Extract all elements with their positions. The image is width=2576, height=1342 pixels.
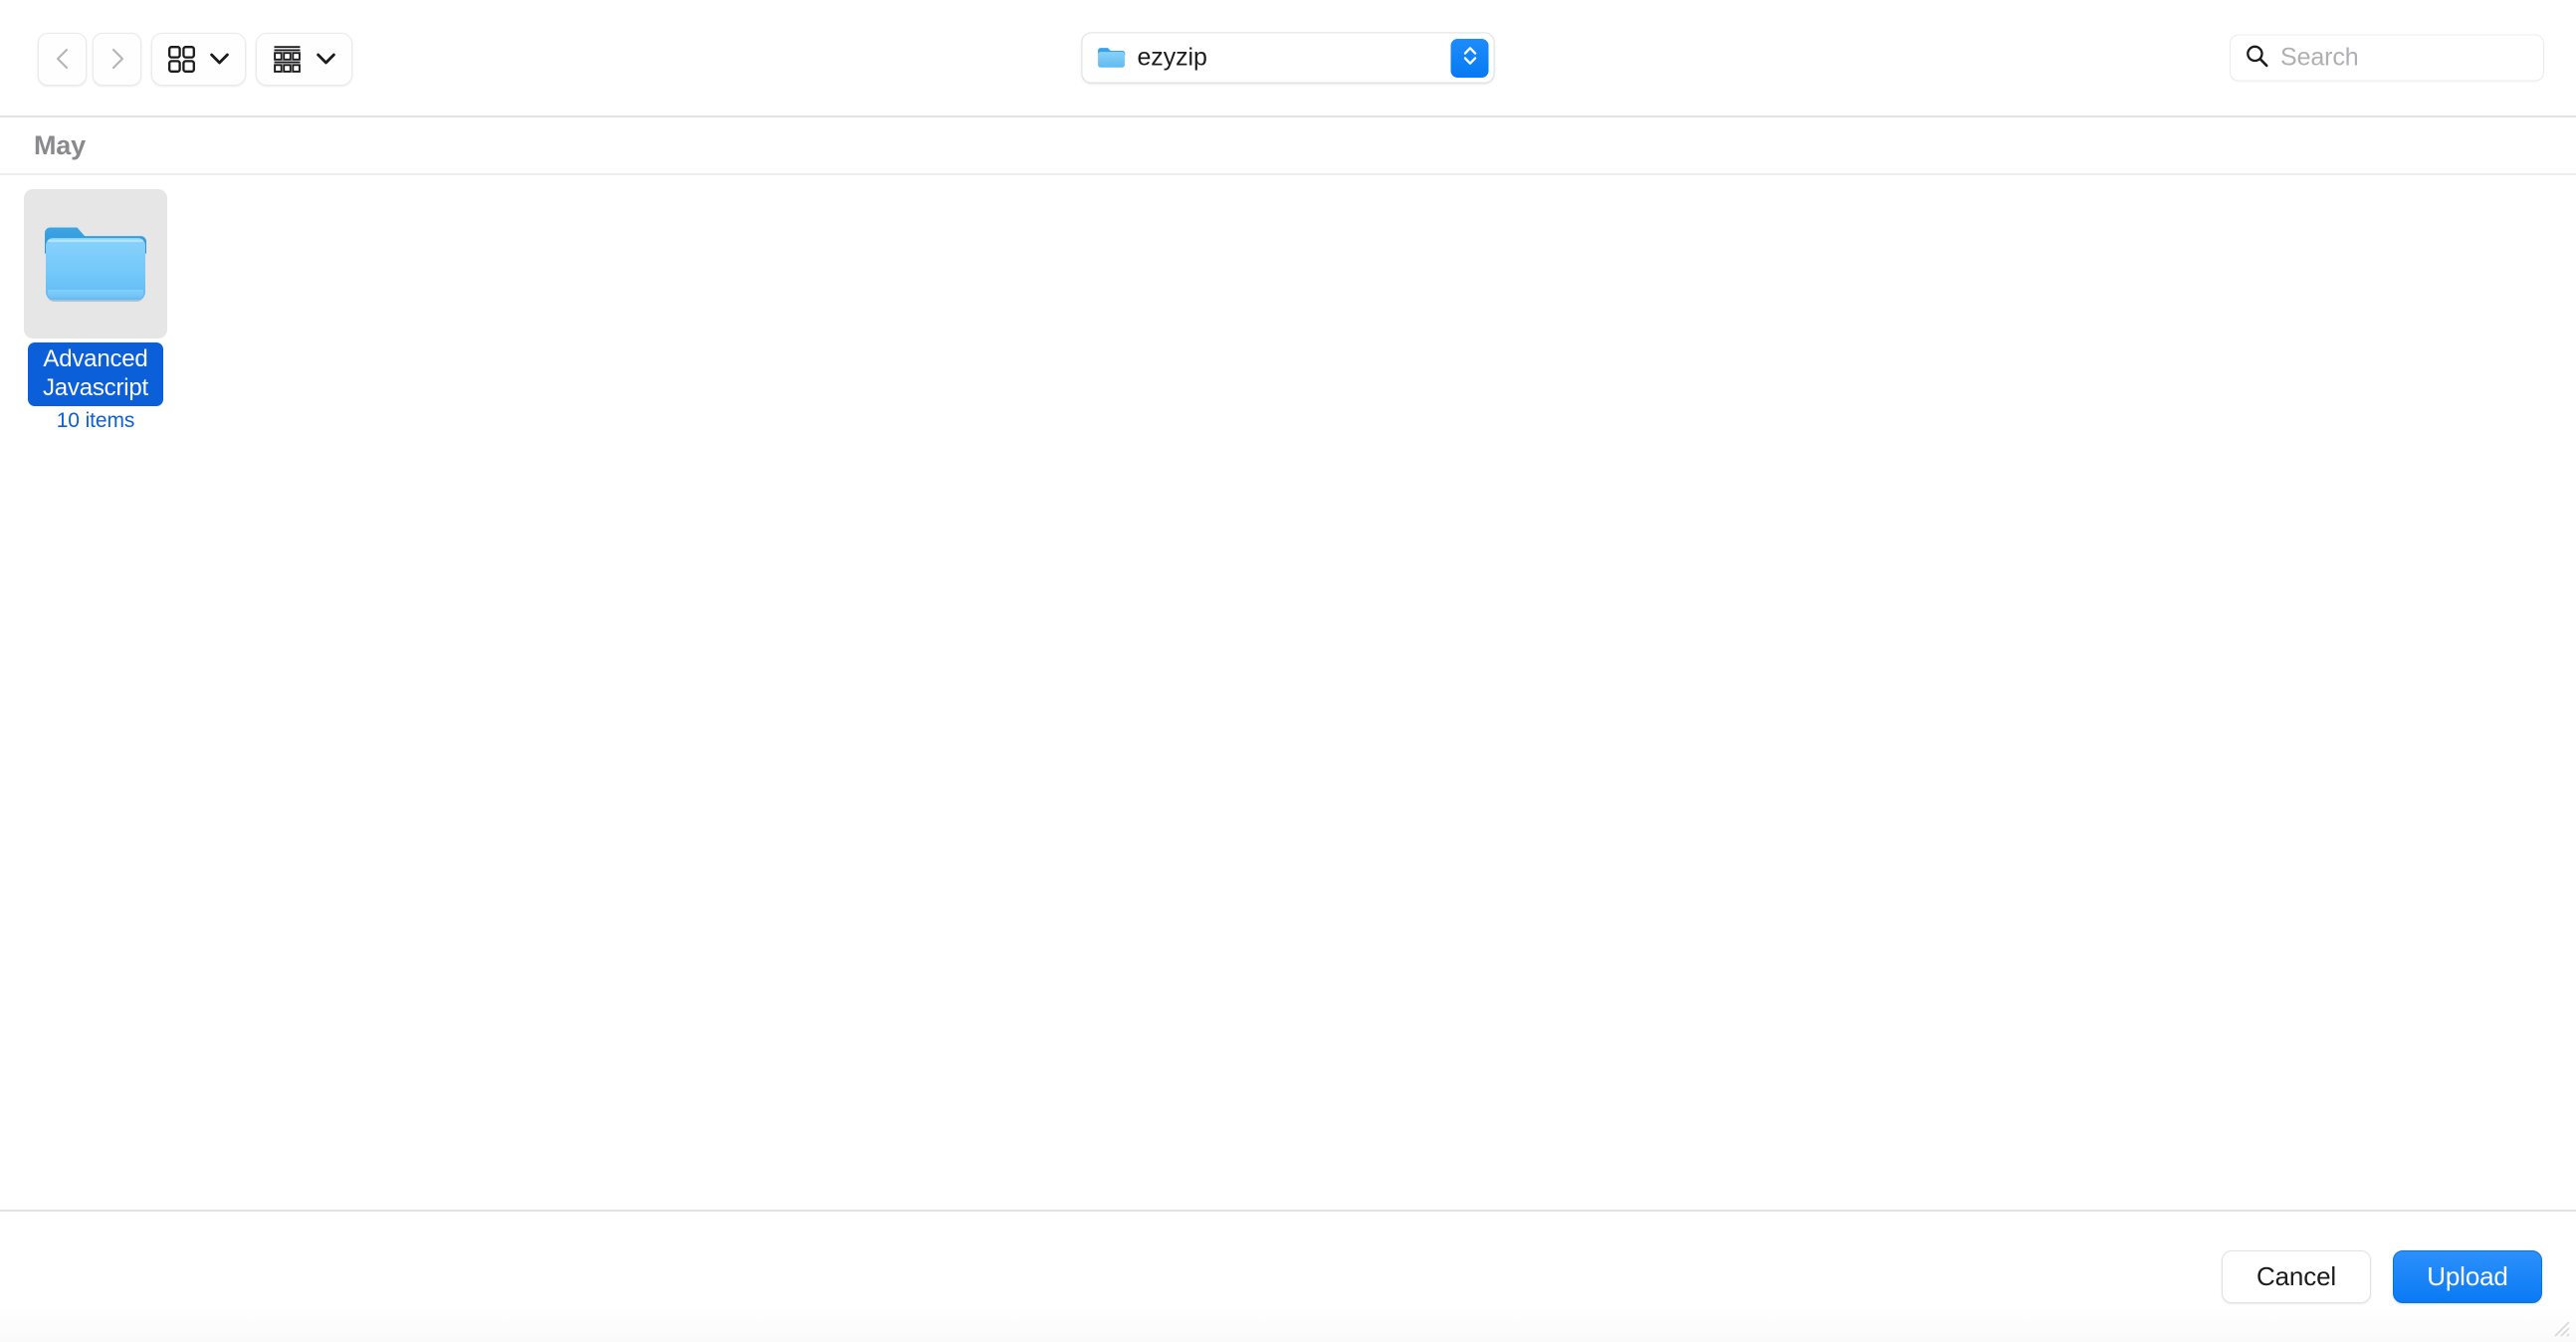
file-item[interactable]: Advanced Javascript 10 items [20,187,171,433]
file-icon-selection-backdrop [24,189,167,338]
file-browser-content[interactable]: Advanced Javascript 10 items [0,175,2576,1212]
group-header-title: May [34,129,86,160]
chevron-down-icon [209,52,230,66]
current-folder-popup-button[interactable]: ezyzip [1081,32,1495,84]
forward-button[interactable] [93,32,141,86]
file-name-label: Advanced Javascript [28,342,163,406]
folder-icon [39,214,152,315]
toolbar-left-controls [38,0,352,117]
chevron-down-icon [316,52,336,66]
search-placeholder: Search [2280,43,2359,72]
view-options-button[interactable] [151,32,246,86]
icon-view-grid-icon [167,45,196,74]
search-icon [2245,43,2269,73]
path-popup-wrapper: ezyzip [1081,32,1495,84]
cancel-button[interactable]: Cancel [2222,1250,2371,1303]
path-stepper-button[interactable] [1450,38,1489,78]
group-header: May [0,117,2576,175]
back-button[interactable] [38,32,87,86]
up-down-chevrons-icon [1460,44,1479,73]
search-wrapper: Search [2230,34,2544,82]
group-options-button[interactable] [256,32,352,86]
upload-button[interactable]: Upload [2393,1250,2542,1303]
toolbar: ezyzip Search [0,0,2576,117]
folder-icon [1097,46,1127,71]
resize-grip-icon[interactable] [2549,1316,2571,1338]
navigation-buttons [38,32,141,86]
dialog-footer: Cancel Upload [0,1212,2576,1342]
search-input[interactable]: Search [2230,34,2544,82]
group-rows-icon [272,44,303,75]
chevron-left-icon [52,45,74,73]
file-upload-dialog: ezyzip Search May Advanced Javascript 10… [0,0,2576,1342]
chevron-right-icon [107,45,128,73]
current-folder-label: ezyzip [1137,43,1207,72]
file-item-count: 10 items [56,409,135,432]
file-icon-grid: Advanced Javascript 10 items [0,175,2576,433]
